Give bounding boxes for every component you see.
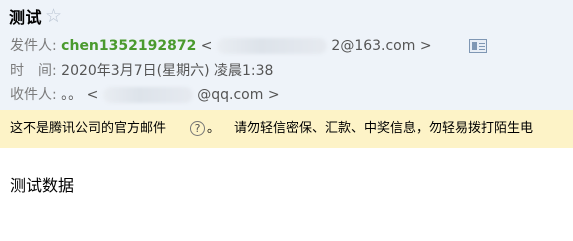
sender-addr-close: > bbox=[419, 38, 432, 54]
warning-period: 。 bbox=[207, 121, 221, 136]
contact-card-icon[interactable] bbox=[469, 39, 487, 53]
help-question-icon[interactable]: ? bbox=[190, 121, 205, 136]
recipient-addr-close: > bbox=[267, 87, 280, 103]
security-warning-bar: 这不是腾讯公司的官方邮件 ? 。 请勿轻信密保、汇款、中奖信息，勿轻易拨打陌生电 bbox=[0, 110, 573, 148]
mail-subject: 测试 bbox=[9, 8, 43, 27]
sender-name[interactable]: chen1352192872 bbox=[61, 38, 196, 54]
sender-addr[interactable]: 2@163.com bbox=[331, 38, 415, 54]
sender-addr-redacted bbox=[216, 38, 327, 54]
warning-text-caution: 请勿轻信密保、汇款、中奖信息，勿轻易拨打陌生电 bbox=[234, 121, 534, 136]
mail-body: 测试数据 bbox=[10, 176, 75, 195]
sender-row: 发件人: chen1352192872 < 2@163.com > bbox=[10, 36, 432, 56]
star-icon[interactable]: ☆ bbox=[45, 6, 62, 26]
recipient-label: 收件人: bbox=[10, 87, 57, 103]
recipient-row: 收件人: 。。 < @qq.com > bbox=[10, 85, 280, 105]
mail-header: 测试 ☆ 发件人: chen1352192872 < 2@163.com > 时… bbox=[0, 0, 573, 110]
time-row: 时 间: 2020年3月7日(星期六) 凌晨1:38 bbox=[10, 61, 273, 81]
subject-row: 测试 ☆ bbox=[9, 5, 62, 27]
time-label: 时 间: bbox=[10, 63, 57, 79]
recipient-addr[interactable]: @qq.com bbox=[197, 87, 263, 103]
time-value: 2020年3月7日(星期六) 凌晨1:38 bbox=[61, 63, 274, 79]
recipient-addr-redacted bbox=[102, 87, 193, 103]
sender-addr-open: < bbox=[200, 38, 213, 54]
recipient-addr-open: < bbox=[86, 87, 99, 103]
warning-text-official: 这不是腾讯公司的官方邮件 bbox=[10, 121, 167, 136]
recipient-name[interactable]: 。。 bbox=[61, 87, 82, 103]
sender-label: 发件人: bbox=[10, 38, 57, 54]
